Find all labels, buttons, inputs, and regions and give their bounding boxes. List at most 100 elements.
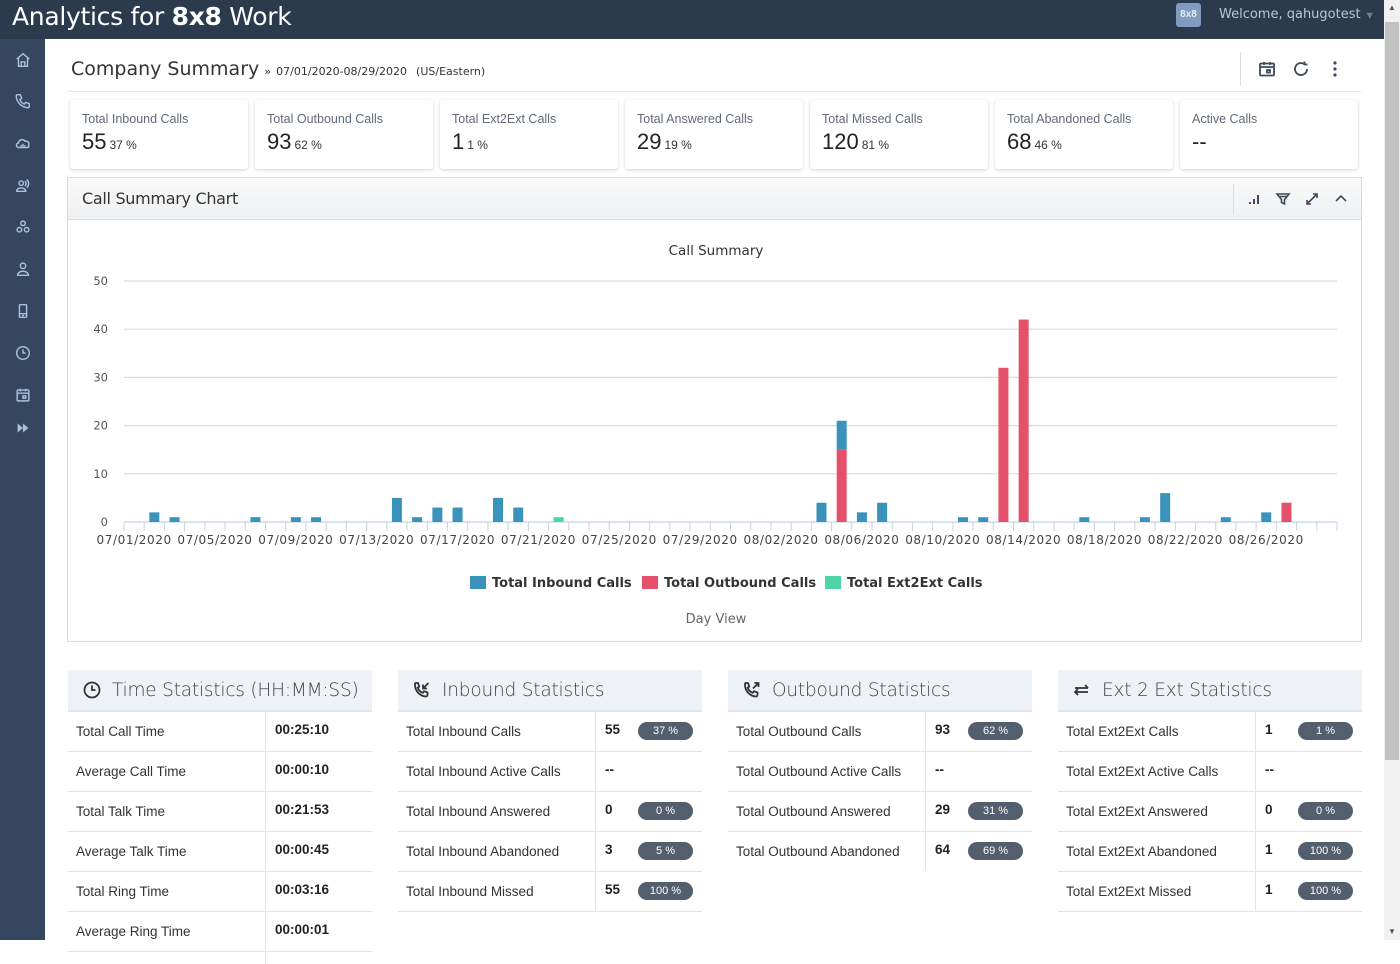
stat-value-cell: 3 5 % <box>596 832 702 871</box>
percent-badge: 0 % <box>638 802 693 820</box>
header-divider <box>68 91 1361 92</box>
stat-value: 00:00:10 <box>275 762 330 777</box>
outbound-statistics-panel: Outbound Statistics Total Outbound Calls… <box>728 670 1032 871</box>
sidebar-item-history[interactable] <box>0 338 45 368</box>
kpi-label: Active Calls <box>1192 112 1258 126</box>
legend-swatch <box>470 576 486 589</box>
stat-row: Total Outbound Active Calls -- <box>728 752 1032 792</box>
ext2ext-arrows-icon <box>1073 684 1089 696</box>
call-summary-chart: Call Summary 0 10 20 30 40 50 07/01/2020 07/05/2… <box>93 243 1338 627</box>
stat-panel-title: Inbound Statistics <box>442 679 605 701</box>
sidebar-item-devices[interactable] <box>0 296 45 326</box>
chart-panel-title: Call Summary Chart <box>82 189 238 208</box>
caret-down-icon: ▼ <box>1366 11 1373 20</box>
stat-value-cell: 55 100 % <box>596 872 702 911</box>
sidebar-item-calls[interactable] <box>0 86 45 116</box>
call-summary-chart-panel: Call Summary Chart Call Summary 0 10 20 30 40… <box>67 177 1362 642</box>
home-icon <box>15 52 30 68</box>
stat-row: Total Call Time 00:25:10 <box>68 712 372 752</box>
sidebar-item-groups[interactable] <box>0 212 45 242</box>
x-tick-label: 07/01/2020 <box>97 533 172 547</box>
group-calls-icon <box>15 179 29 193</box>
stat-value: 3 <box>605 842 613 857</box>
stat-panel-header: Outbound Statistics <box>728 670 1032 712</box>
stat-label: Average Talk Time <box>68 832 266 871</box>
bar-total-inbound-calls <box>149 512 160 522</box>
stat-table: Total Inbound Calls 55 37 % Total Inbound A… <box>398 712 702 912</box>
app-title-prefix: Analytics for <box>12 2 164 31</box>
kpi-value: 55 <box>82 129 107 154</box>
stat-label: Total Inbound Calls <box>398 712 596 751</box>
bar-total-inbound-calls <box>493 497 504 522</box>
bar-total-inbound-calls <box>978 517 989 522</box>
expand-arrows-icon[interactable] <box>1304 191 1320 207</box>
legend-swatch <box>825 576 841 589</box>
y-tick-label: 10 <box>93 467 108 481</box>
stat-value-cell: -- <box>596 752 702 791</box>
stat-value: -- <box>1265 762 1274 777</box>
sidebar-expand[interactable] <box>0 413 45 443</box>
groups-icon <box>15 220 30 233</box>
calendar-icon[interactable] <box>1257 59 1277 79</box>
scroll-down-arrow-icon[interactable]: ▼ <box>1384 924 1400 940</box>
percent-badge: 5 % <box>638 842 693 860</box>
x-tick-label: 08/26/2020 <box>1229 533 1304 547</box>
refresh-icon[interactable] <box>1291 59 1311 79</box>
kpi-percent: 81 % <box>861 138 890 152</box>
sidebar-item-calendar[interactable] <box>0 380 45 410</box>
user-menu[interactable]: Welcome, qahugotest ▼ <box>1219 7 1373 22</box>
bar-total-inbound-calls <box>250 517 261 522</box>
stat-label: Total Ext2Ext Active Calls <box>1058 752 1256 791</box>
stat-label: Total Inbound Missed <box>398 872 596 911</box>
stat-table: Total Outbound Calls 93 62 % Total Outbound… <box>728 712 1032 871</box>
stat-panel-header: Inbound Statistics <box>398 670 702 712</box>
page-scrollbar[interactable]: ▲ ▼ <box>1384 0 1400 940</box>
kpi-value: 1 <box>452 129 465 154</box>
stat-value: 93 <box>935 722 951 737</box>
x-tick-label: 08/18/2020 <box>1067 533 1142 547</box>
scroll-up-arrow-icon[interactable]: ▲ <box>1384 0 1400 16</box>
bar-total-inbound-calls <box>1139 517 1150 522</box>
x-tick-label: 07/05/2020 <box>177 533 252 547</box>
stat-label: Total Outbound Abandoned <box>728 832 926 871</box>
scrollbar-thumb[interactable] <box>1385 22 1399 760</box>
stat-label: Total Ring Time <box>68 872 266 911</box>
stat-value-cell: 93 62 % <box>926 712 1032 751</box>
kpi-card-missed: Total Missed Calls 120 81 % <box>810 100 988 169</box>
x-tick-label: 08/06/2020 <box>824 533 899 547</box>
bar-total-ext2ext-calls <box>553 517 564 522</box>
stat-value-cell: 00:00:10 <box>266 752 372 791</box>
kpi-card-ext2ext: Total Ext2Ext Calls 11 % <box>440 100 618 169</box>
filter-icon[interactable] <box>1275 191 1291 207</box>
percent-badge: 100 % <box>1298 882 1353 900</box>
stat-label: Total Outbound Answered <box>728 792 926 831</box>
legend-label: Total Outbound Calls <box>664 576 816 591</box>
sidebar-item-users[interactable] <box>0 254 45 284</box>
more-vertical-icon[interactable] <box>1325 59 1345 79</box>
chart-type-icon[interactable] <box>1246 191 1262 207</box>
percent-badge: 1 % <box>1298 722 1353 740</box>
kpi-value: 93 <box>267 129 292 154</box>
stat-value: -- <box>605 762 614 777</box>
kpi-percent: 37 % <box>109 138 137 152</box>
stat-row: Total Talk Time 00:21:53 <box>68 792 372 832</box>
breadcrumb-separator: » <box>264 65 272 78</box>
percent-badge: 31 % <box>968 802 1023 820</box>
stat-row-partial <box>68 952 372 964</box>
legend-swatch <box>642 576 658 589</box>
x-tick-label: 07/13/2020 <box>339 533 414 547</box>
percent-badge: 62 % <box>968 722 1023 740</box>
sidebar-item-home[interactable] <box>0 45 45 75</box>
stat-value: 29 <box>935 802 951 817</box>
x-tick-label: 07/25/2020 <box>582 533 657 547</box>
sidebar-item-group-calls[interactable] <box>0 170 45 200</box>
bar-total-inbound-calls <box>1160 493 1171 522</box>
kpi-card-answered: Total Answered Calls 29 19 % <box>625 100 803 169</box>
bar-total-outbound-calls <box>1281 502 1292 522</box>
percent-badge: 69 % <box>968 842 1023 860</box>
kpi-label: Total Answered Calls <box>637 112 754 126</box>
sidebar-item-cloud-analytics[interactable] <box>0 128 45 158</box>
stat-row: Average Ring Time 00:00:01 <box>68 912 372 952</box>
collapse-chevron-up-icon[interactable] <box>1333 191 1349 207</box>
y-tick-label: 0 <box>101 515 108 529</box>
